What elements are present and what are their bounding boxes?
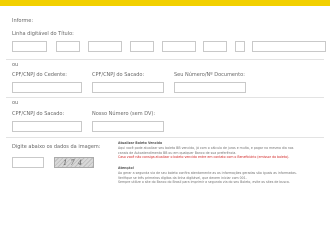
or-label: ou xyxy=(12,100,19,106)
linha-digitavel-label: Linha digitável do Título: xyxy=(12,31,74,37)
linha-digitavel-field-4[interactable] xyxy=(130,41,154,52)
seu-numero-field[interactable] xyxy=(174,82,246,93)
cpf-sacado-2-field[interactable] xyxy=(12,121,82,132)
or-label: ou xyxy=(12,62,19,68)
cpf-cedente-field[interactable] xyxy=(12,82,82,93)
cpf-sacado-label: CPF/CNPJ do Sacado: xyxy=(92,72,145,78)
separator xyxy=(6,137,324,138)
captcha-image: 174 xyxy=(54,157,94,168)
nosso-numero-field[interactable] xyxy=(92,121,164,132)
cpf-sacado-field[interactable] xyxy=(92,82,164,93)
cpf-cedente-label: CPF/CNPJ do Cedente: xyxy=(12,72,67,78)
captcha-input[interactable] xyxy=(12,157,44,168)
atencao-text-3: Sempre utilize o site do Banco do Brasil… xyxy=(118,180,290,184)
seu-numero-label: Seu Número/Nº Documento: xyxy=(174,72,245,78)
separator xyxy=(6,97,324,98)
informe-label: Informe: xyxy=(12,18,34,24)
captcha-label: Digite abaixo os dados da imagem: xyxy=(12,144,101,150)
linha-digitavel-field-5[interactable] xyxy=(162,41,196,52)
atualizar-boleto-warning: Caso você não consiga atualizar o boleto… xyxy=(118,155,290,159)
nosso-numero-label: Nosso Número (sem DV): xyxy=(92,111,156,117)
separator xyxy=(6,59,324,60)
linha-digitavel-field-7[interactable] xyxy=(235,41,245,52)
linha-digitavel-field-8[interactable] xyxy=(252,41,326,52)
linha-digitavel-field-2[interactable] xyxy=(56,41,80,52)
atualizar-boleto-title: Atualizar Boleto Vencido xyxy=(118,141,163,145)
atencao-title: Atenção! xyxy=(118,166,135,170)
cpf-sacado-2-label: CPF/CNPJ do Sacado: xyxy=(12,111,65,117)
linha-digitavel-field-3[interactable] xyxy=(88,41,122,52)
linha-digitavel-field-6[interactable] xyxy=(203,41,227,52)
linha-digitavel-field-1[interactable] xyxy=(12,41,47,52)
top-brand-bar xyxy=(0,0,330,6)
